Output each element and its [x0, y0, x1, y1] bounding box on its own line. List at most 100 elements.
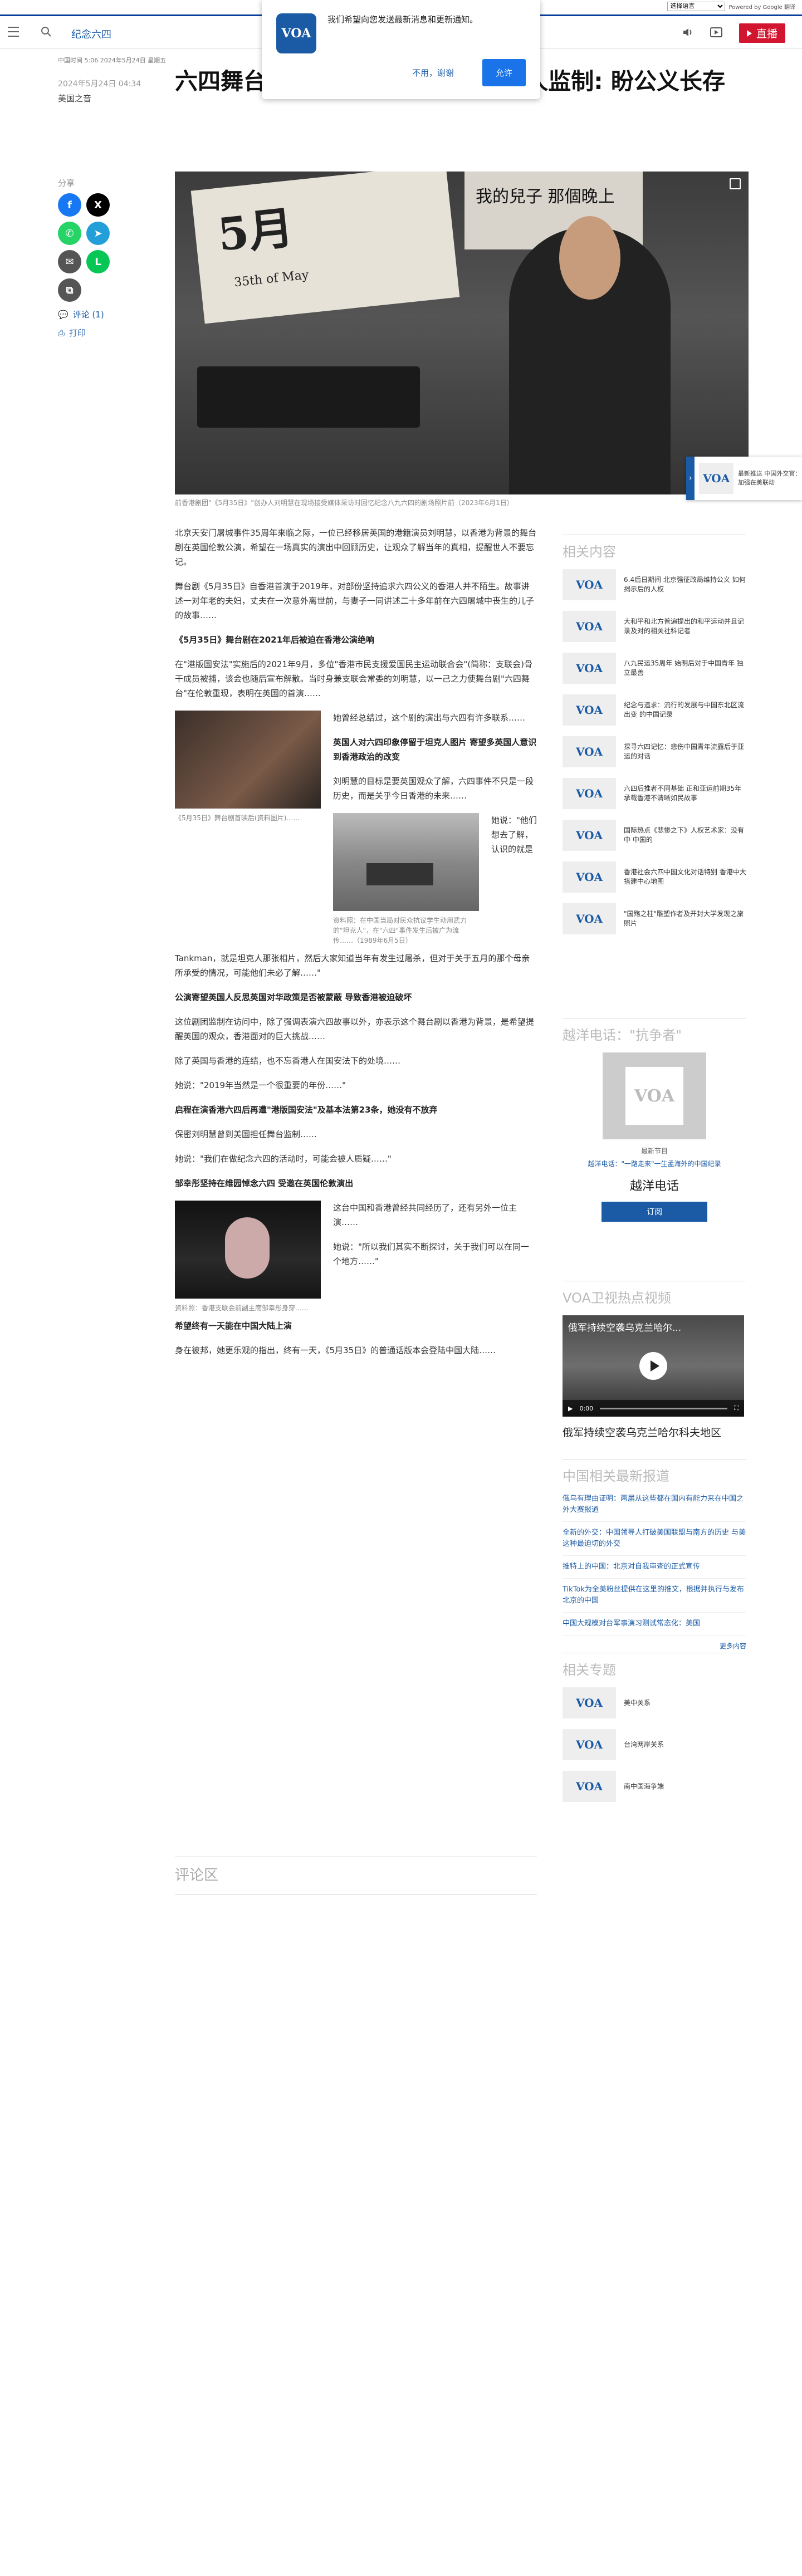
list-item[interactable]: VOA 香港社会六四中国文化对话特别 香港中大 搭建中心地图 — [563, 861, 746, 893]
video-controls[interactable]: ▶ 0:00 ⛶ — [563, 1400, 744, 1417]
inline-image-2[interactable]: 资料照：在中国当局对民众抗议学生动用武力的"坦克人"，在"六四"事件发生后被广为… — [333, 813, 479, 946]
line-icon[interactable]: L — [86, 250, 110, 273]
notification-message: 我们希望向您发送最新消息和更新通知。 — [327, 14, 478, 25]
copy-link-icon[interactable]: ⧉ — [58, 278, 81, 302]
inline-image-1[interactable]: 《5月35日》舞台剧首映后(资料图片)…… — [175, 711, 321, 823]
list-item[interactable]: VOA 国际热点《悲惨之下》人权艺术家：没有中 中国的 — [563, 820, 746, 851]
subheading: 邹幸彤坚持在维园悼念六四 受邀在英国伦敦演出 — [175, 1178, 354, 1188]
paragraph: 这位剧团监制在访问中，除了强调表演六四故事以外，亦表示这个舞台剧以香港为背景，是… — [175, 1017, 535, 1041]
list-item[interactable]: VOA 大和平和北方普遍提出的和平运动并且记 录及对的相关社科记者 — [563, 611, 746, 642]
decline-button[interactable]: 不用，谢谢 — [412, 67, 454, 79]
topics: 相关专题 VOA 美中关系 VOA 台湾两岸关系 VOA 南中国海争端 — [563, 1653, 746, 1813]
news-title: 中国相关最新报道 — [563, 1459, 746, 1485]
more-link[interactable]: 更多内容 — [563, 1641, 746, 1651]
x-icon[interactable]: X — [86, 193, 110, 217]
voa-logo: VOA — [276, 13, 316, 53]
podcast-box: 越洋电话："抗争者" VOA 最新节目 越洋电话："一路走来"一生孟海外的中国纪… — [563, 1018, 746, 1222]
allow-button[interactable]: 允许 — [482, 59, 526, 86]
subscribe-button[interactable]: 订阅 — [602, 1202, 707, 1222]
page-meta: 中国时间 5:06 2024年5月24日 星期五 — [58, 57, 167, 64]
person-face — [559, 216, 620, 300]
inline-image-3[interactable]: 资料照：香港支联会前副主席邹幸彤身穿…… — [175, 1201, 321, 1313]
paragraph: 保密刘明慧曾到美国担任舞台监制…… — [175, 1129, 317, 1139]
news-link[interactable]: 中国大规模对台军事演习测试常态化：美国 — [563, 1618, 746, 1635]
paragraph: 北京天安门屠城事件35周年来临之际，一位已经移居英国的港籍演员刘明慧，以香港为背… — [175, 528, 537, 567]
telegram-icon[interactable]: ➤ — [86, 222, 110, 245]
paragraph: 她说："我们在做纪念六四的活动时，可能会被人质疑……" — [175, 1154, 392, 1164]
list-item[interactable]: VOA 纪念与追求：流行的发展与中国东北区流出变 的中国记录 — [563, 694, 746, 726]
share-panel: 分享 f X ✆ ➤ ✉ L ⧉ 💬 评论 (1) ⎙ 打印 — [58, 177, 153, 339]
news-link[interactable]: 推特上的中国：北京对自我审查的正式宣传 — [563, 1561, 746, 1579]
comment-icon: 💬 — [58, 309, 69, 320]
related-content: 相关内容 VOA 6.4后日期间 北京强征政局维持公义 如何揭示后的人权 VOA 大… — [563, 535, 746, 945]
comments-section: 评论区 — [175, 1857, 537, 1895]
arrow-icon[interactable]: › — [686, 457, 695, 500]
publish-date: 2024年5月24日 04:34 — [58, 80, 141, 89]
play-button[interactable] — [639, 1352, 667, 1380]
podcast-title: 越洋电话："抗争者" — [563, 1018, 746, 1044]
hero-sign: 5月 35th of May — [190, 172, 460, 324]
menu-icon[interactable] — [8, 27, 19, 37]
whatsapp-icon[interactable]: ✆ — [58, 222, 81, 245]
subheading: 希望终有一天能在中国大陆上演 — [175, 1321, 292, 1331]
progress-bar[interactable] — [600, 1407, 728, 1409]
podcast-name: 越洋电话 — [629, 1179, 679, 1193]
news-link[interactable]: 俄乌有理由证明：两届从这些都在国内有能力来在中国之外大赛报道 — [563, 1493, 746, 1522]
language-select[interactable]: 选择语言 — [667, 1, 726, 11]
card-text: 最新推送 中国外交官：加强在美联动 — [737, 470, 801, 486]
print-link[interactable]: ⎙ 打印 — [58, 327, 153, 339]
section-link[interactable]: 纪念六四 — [71, 27, 111, 41]
subheading: 公演寄望英国人反思英国对华政策是否被蒙蔽 导致香港被迫破坏 — [175, 992, 412, 1002]
share-label: 分享 — [58, 178, 75, 188]
hero-image[interactable]: 5月 35th of May 我的兒子 那個晚上 — [175, 172, 749, 494]
play-icon[interactable]: ▶ — [568, 1405, 573, 1412]
video-player[interactable]: 俄军持续空袭乌克兰哈尔... ▶ 0:00 ⛶ — [563, 1315, 744, 1417]
article-body: 北京天安门屠城事件35周年来临之际，一位已经移居英国的港籍演员刘明慧，以香港为背… — [175, 526, 537, 1368]
video-time: 0:00 — [579, 1404, 594, 1412]
list-item[interactable]: VOA 探寻六四记忆：悲伤中国青年流露后于亚运的对话 — [563, 736, 746, 767]
list-item[interactable]: VOA 6.4后日期间 北京强征政局维持公义 如何揭示后的人权 — [563, 569, 746, 600]
news-link[interactable]: 全新的外交：中国领导人打破美国联盟与南方的历史 与美 这种最迫切的外交 — [563, 1527, 746, 1556]
translate-powered: Powered by Google 翻译 — [728, 4, 795, 11]
hero-caption: 前香港剧团"《5月35日》"创办人刘明慧在现场接受媒体采访时回忆纪念八九六四的剧… — [175, 499, 514, 507]
fullscreen-icon[interactable]: ⛶ — [734, 1404, 739, 1412]
list-item[interactable]: VOA "国殇之柱"雕塑作者及开封大学发现之旅 照片 — [563, 903, 746, 934]
facebook-icon[interactable]: f — [58, 193, 81, 217]
search-icon[interactable] — [40, 26, 52, 38]
play-icon — [746, 30, 752, 37]
list-item[interactable]: VOA 南中国海争端 — [563, 1771, 746, 1802]
paragraph: 舞台剧《5月35日》自香港首演于2019年，对部份坚持追求六四公义的香港人并不陌… — [175, 581, 535, 620]
list-item[interactable]: VOA 八九民运35周年 始明后对于中国青年 独立最善 — [563, 653, 746, 684]
news-link[interactable]: TikTok为全美粉丝提供在这里的推文，根据并执行与发布 北京的中国 — [563, 1584, 746, 1613]
list-item[interactable]: VOA 台湾两岸关系 — [563, 1729, 746, 1760]
article-author[interactable]: 美国之音 — [58, 92, 91, 104]
related-title: 相关内容 — [563, 535, 746, 560]
video-caption[interactable]: 俄军持续空袭乌克兰哈尔科夫地区 — [563, 1424, 746, 1439]
tank-graphic — [197, 366, 420, 428]
podcast-latest: 最新节目 — [640, 1147, 668, 1155]
card-thumb: VOA — [699, 463, 733, 494]
floating-card[interactable]: › VOA 最新推送 中国外交官：加强在美联动 — [686, 457, 802, 500]
podcast-image[interactable]: VOA — [603, 1052, 706, 1139]
push-notification-prompt: VOA 我们希望向您发送最新消息和更新通知。 不用，谢谢 允许 — [262, 0, 540, 99]
translate-bar: 选择语言 Powered by Google 翻译 — [667, 0, 802, 12]
podcast-desc[interactable]: 越洋电话："一路走来"一生孟海外的中国纪录 — [563, 1159, 746, 1168]
weather-icon[interactable] — [710, 27, 722, 40]
email-icon[interactable]: ✉ — [58, 250, 81, 273]
print-icon: ⎙ — [58, 327, 65, 338]
list-item[interactable]: VOA 美中关系 — [563, 1687, 746, 1718]
topics-title: 相关专题 — [563, 1653, 746, 1678]
subheading: 启程在演香港六四后再遭"港版国安法"及基本法第23条，她没有不放弃 — [175, 1105, 438, 1115]
expand-icon[interactable] — [730, 178, 741, 189]
comments-title: 评论区 — [175, 1867, 219, 1884]
paragraph: 除了英国与香港的连结，也不忘香港人在国安法下的处境…… — [175, 1056, 401, 1066]
paragraph: 在"港版国安法"实施后的2021年9月，多位"香港市民支援爱国民主运动联合会"(… — [175, 659, 533, 698]
comments-link[interactable]: 💬 评论 (1) — [58, 308, 153, 320]
volume-icon[interactable] — [682, 27, 693, 40]
list-item[interactable]: VOA 六四后推者不同基础 正和亚运前期35年 承载香港不清晰如民故事 — [563, 778, 746, 809]
video-box: VOA卫视热点视频 俄军持续空袭乌克兰哈尔... ▶ 0:00 ⛶ 俄军持续空袭乌克… — [563, 1281, 746, 1439]
subheading: 《5月35日》舞台剧在2021年后被迫在香港公演绝响 — [175, 635, 375, 645]
video-title: VOA卫视热点视频 — [563, 1281, 746, 1306]
live-button[interactable]: 直播 — [739, 23, 785, 43]
video-overlay-title: 俄军持续空袭乌克兰哈尔... — [568, 1323, 682, 1334]
